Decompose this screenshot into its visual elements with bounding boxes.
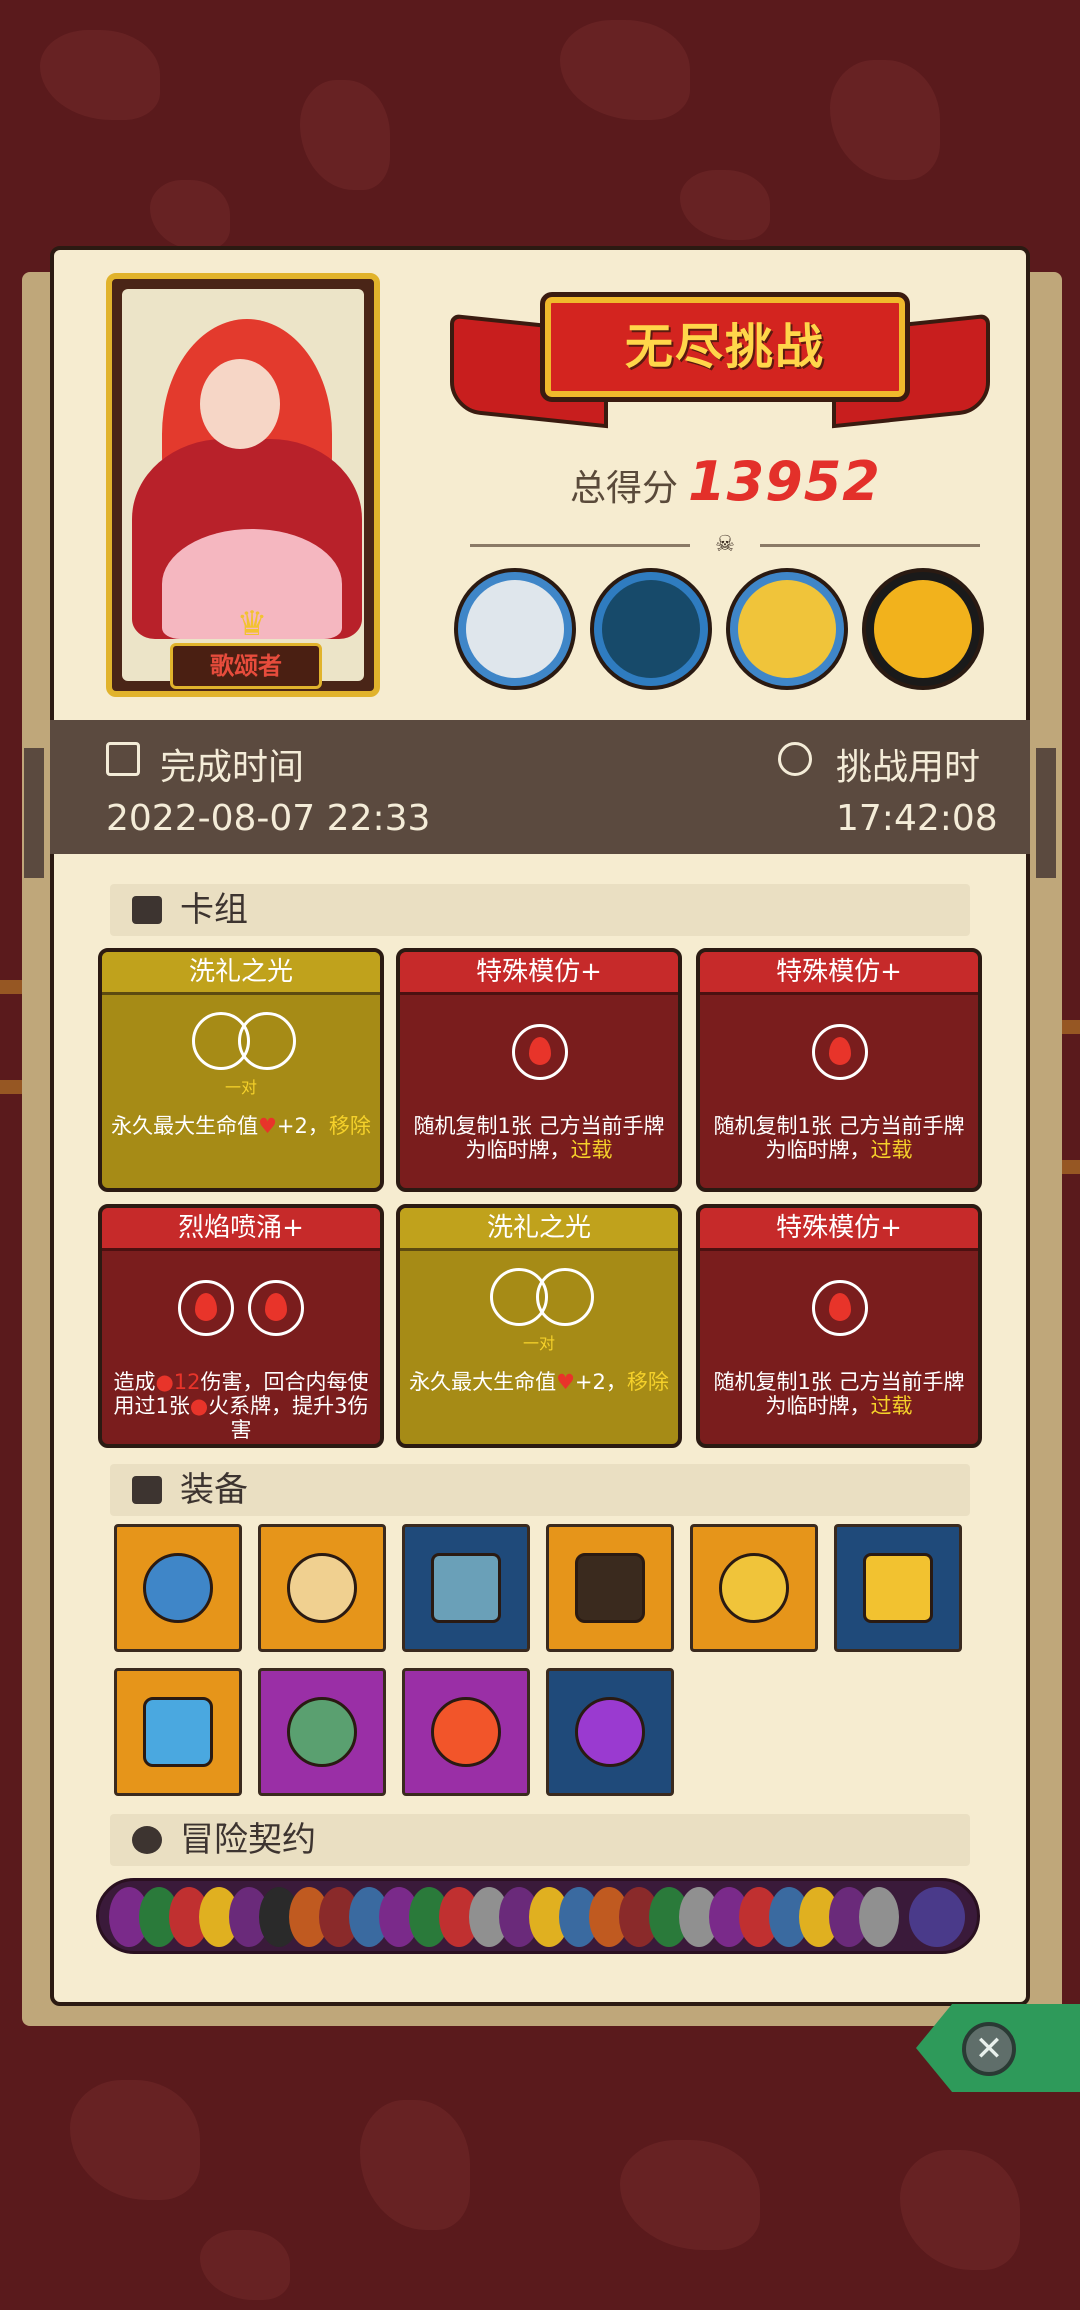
card-title: 烈焰喷涌+ bbox=[102, 1208, 380, 1251]
side-tab-left bbox=[24, 748, 44, 878]
total-score: 总得分 13952 bbox=[570, 450, 881, 513]
deck-card[interactable]: 特殊模仿+ 随机复制1张 己方当前手牌 为临时牌，过载 bbox=[696, 1204, 982, 1448]
equip-leaf-ring-icon[interactable] bbox=[258, 1668, 386, 1796]
card-title: 洗礼之光 bbox=[400, 1208, 678, 1251]
fire-icon bbox=[812, 1280, 868, 1336]
section-deck-label: 卡组 bbox=[180, 890, 248, 930]
equip-slime-icon[interactable] bbox=[114, 1524, 242, 1652]
boss-avatar-sun[interactable] bbox=[862, 568, 984, 690]
card-desc: 永久最大生命值♥+2，移除 bbox=[111, 1114, 371, 1138]
boss-avatar-mask[interactable] bbox=[726, 568, 848, 690]
film-icon bbox=[106, 742, 140, 776]
box-icon bbox=[132, 1476, 162, 1504]
divider: ☠ bbox=[440, 532, 1010, 558]
card-pair: 一对 bbox=[224, 1078, 257, 1097]
fire-icon bbox=[248, 1280, 304, 1336]
equip-shield-icon[interactable] bbox=[114, 1668, 242, 1796]
section-equipment: 装备 bbox=[110, 1464, 970, 1516]
deck-card[interactable]: 烈焰喷涌+ 造成●12伤害，回合内每使用过1张●火系牌，提升3伤害 bbox=[98, 1204, 384, 1448]
stopwatch-icon bbox=[778, 742, 812, 776]
banner-title: 无尽挑战 bbox=[624, 319, 825, 375]
person-icon bbox=[132, 1826, 162, 1854]
section-contracts: 冒险契约 bbox=[110, 1814, 970, 1866]
pair-icon bbox=[192, 1012, 296, 1072]
close-icon[interactable]: ✕ bbox=[962, 2022, 1016, 2076]
completion-value: 2022-08-07 22:33 bbox=[106, 798, 431, 839]
score-value: 13952 bbox=[688, 450, 881, 513]
score-label: 总得分 bbox=[570, 468, 679, 509]
hero-portrait: ♛ 歌颂者 bbox=[106, 273, 380, 697]
card-desc: 造成●12伤害，回合内每使用过1张●火系牌，提升3伤害 bbox=[113, 1370, 369, 1442]
duration-label: 挑战用时 bbox=[836, 747, 981, 788]
card-title: 特殊模仿+ bbox=[700, 1208, 978, 1251]
duration-value: 17:42:08 bbox=[836, 798, 998, 839]
section-equipment-label: 装备 bbox=[180, 1470, 248, 1510]
completion-label: 完成时间 bbox=[160, 747, 305, 788]
equip-lion-ring-icon[interactable] bbox=[690, 1524, 818, 1652]
contract-strip[interactable] bbox=[96, 1878, 980, 1954]
shield-badge-icon bbox=[909, 1887, 965, 1947]
side-tab-right bbox=[1036, 748, 1056, 878]
fire-icon bbox=[512, 1024, 568, 1080]
deck-card[interactable]: 洗礼之光 一对 永久最大生命值♥+2，移除 bbox=[98, 948, 384, 1192]
time-bar: 完成时间 2022-08-07 22:33 挑战用时 17:42:08 bbox=[50, 720, 1030, 854]
equip-cloak-icon[interactable] bbox=[546, 1524, 674, 1652]
card-pair: 一对 bbox=[522, 1334, 555, 1353]
fire-icon bbox=[178, 1280, 234, 1336]
deck-card[interactable]: 特殊模仿+ 随机复制1张 己方当前手牌 为临时牌，过载 bbox=[696, 948, 982, 1192]
equip-flame-icon[interactable] bbox=[402, 1668, 530, 1796]
card-desc: 随机复制1张 己方当前手牌 为临时牌，过载 bbox=[713, 1370, 965, 1418]
deck-card[interactable]: 特殊模仿+ 随机复制1张 己方当前手牌 为临时牌，过载 bbox=[396, 948, 682, 1192]
fire-icon bbox=[812, 1024, 868, 1080]
card-desc: 永久最大生命值♥+2，移除 bbox=[409, 1370, 669, 1394]
card-title: 特殊模仿+ bbox=[700, 952, 978, 995]
deck-card[interactable]: 洗礼之光 一对 永久最大生命值♥+2，移除 bbox=[396, 1204, 682, 1448]
card-title: 特殊模仿+ bbox=[400, 952, 678, 995]
equip-ring-icon[interactable] bbox=[258, 1524, 386, 1652]
equip-crown-icon[interactable] bbox=[834, 1524, 962, 1652]
equip-potion-icon[interactable] bbox=[546, 1668, 674, 1796]
pair-icon bbox=[490, 1268, 594, 1328]
section-deck: 卡组 bbox=[110, 884, 970, 936]
hero-name: 歌颂者 bbox=[170, 643, 322, 689]
skull-icon: ☠ bbox=[715, 532, 735, 557]
boss-avatar-mushroom[interactable] bbox=[454, 568, 576, 690]
section-contracts-label: 冒险契约 bbox=[180, 1820, 316, 1860]
title-banner: 无尽挑战 bbox=[450, 282, 990, 442]
card-desc: 随机复制1张 己方当前手牌 为临时牌，过载 bbox=[713, 1114, 965, 1162]
cards-icon bbox=[132, 896, 162, 924]
boss-avatar-king[interactable] bbox=[590, 568, 712, 690]
card-desc: 随机复制1张 己方当前手牌 为临时牌，过载 bbox=[413, 1114, 665, 1162]
card-title: 洗礼之光 bbox=[102, 952, 380, 995]
equip-blade-icon[interactable] bbox=[402, 1524, 530, 1652]
crown-icon: ♛ bbox=[236, 604, 268, 644]
